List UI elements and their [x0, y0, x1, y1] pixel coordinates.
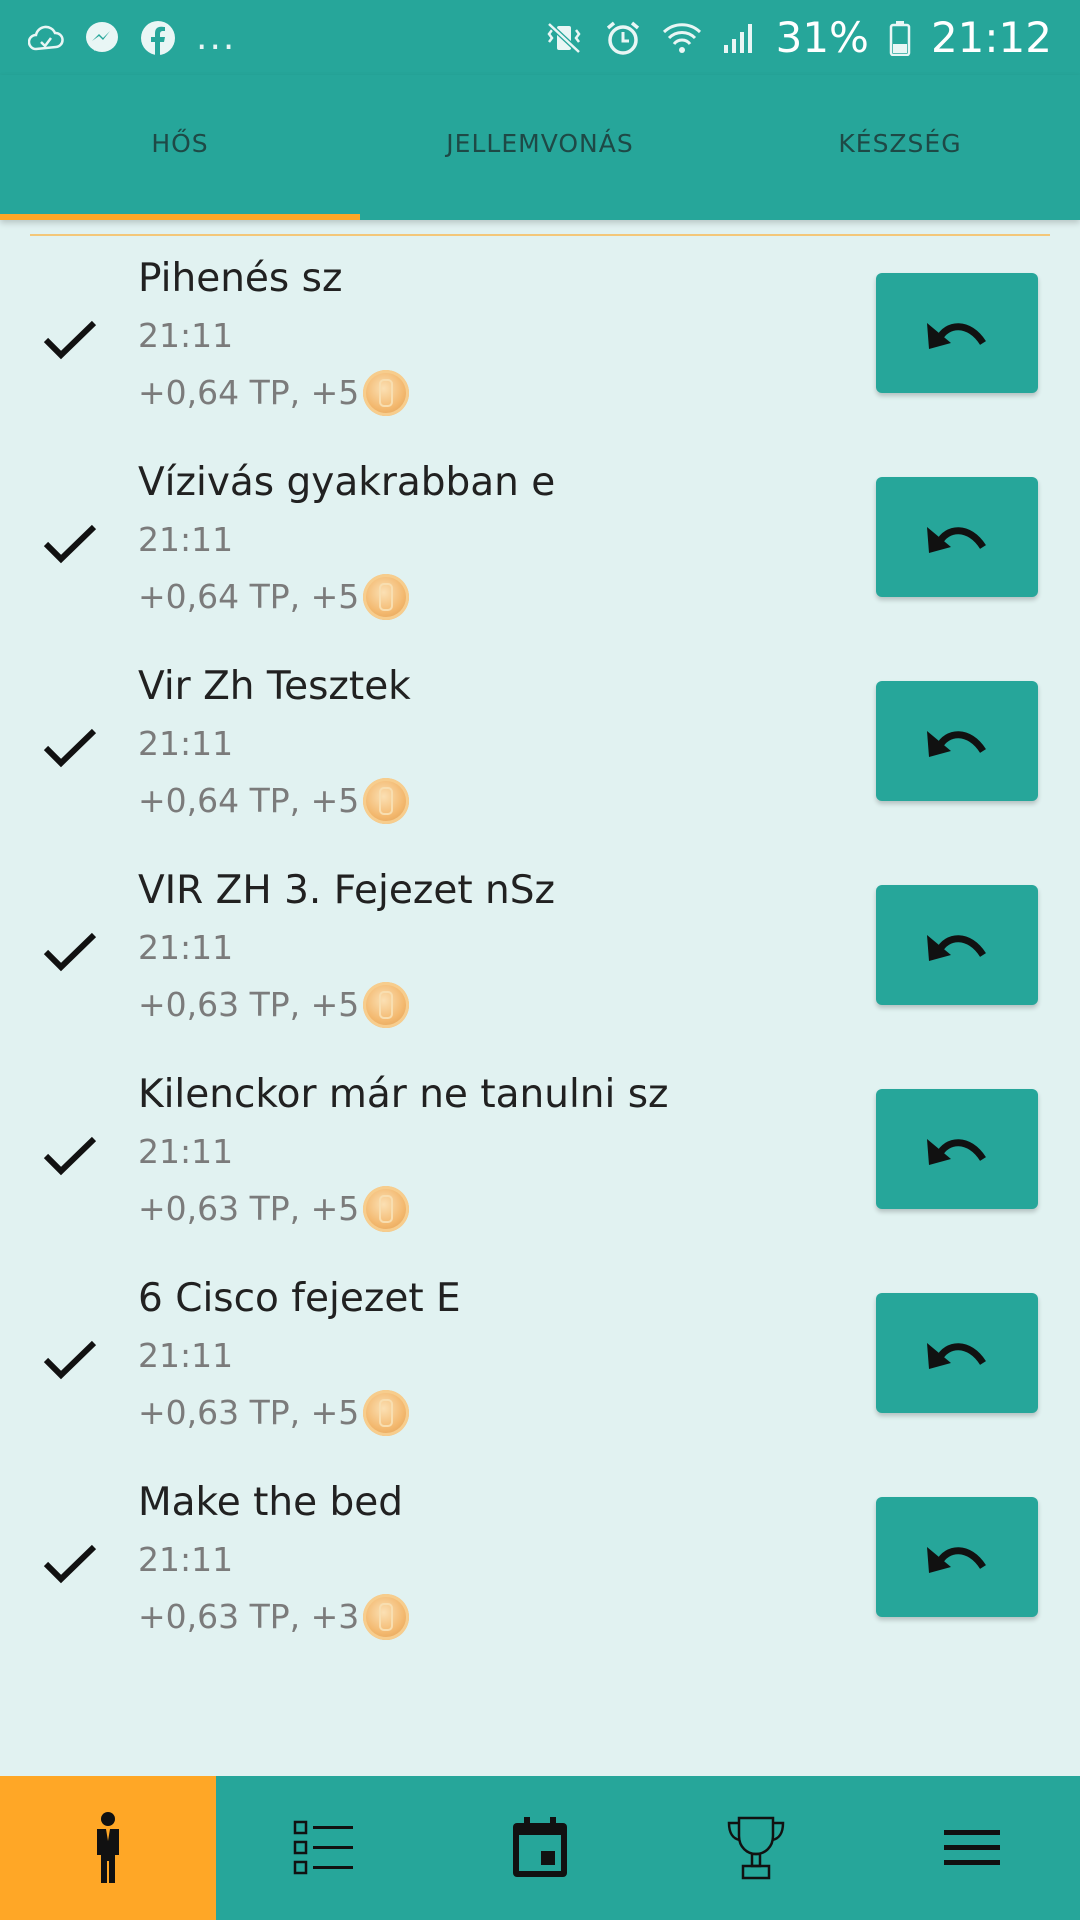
list-item: Pihenés sz 21:11 +0,64 TP, +5	[0, 248, 1080, 452]
task-time: 21:11	[138, 316, 234, 355]
reward-text: +0,64 TP, +5	[138, 373, 360, 412]
list-item: Kilenckor már ne tanulni sz 21:11 +0,63 …	[0, 1064, 1080, 1268]
task-time: 21:11	[138, 1336, 234, 1375]
task-reward: +0,64 TP, +5	[138, 368, 410, 418]
nav-hero[interactable]	[0, 1776, 216, 1920]
task-title: Vir Zh Tesztek	[138, 664, 411, 709]
menu-icon	[944, 1830, 1000, 1865]
list-item: Make the bed 21:11 +0,63 TP, +3	[0, 1472, 1080, 1676]
tab-label: KÉSZSÉG	[838, 129, 962, 158]
undo-icon	[927, 1547, 986, 1573]
check-icon	[40, 310, 100, 370]
task-time: 21:11	[138, 928, 234, 967]
undo-button[interactable]	[876, 1497, 1038, 1617]
coin-icon	[363, 1594, 410, 1640]
task-reward: +0,63 TP, +5	[138, 1184, 669, 1234]
check-icon	[40, 1330, 100, 1390]
task-reward: +0,64 TP, +5	[138, 572, 555, 622]
tab-label: HŐS	[151, 129, 209, 158]
task-time: 21:11	[138, 520, 234, 559]
undo-icon	[927, 731, 986, 757]
status-bar: ... 31% 21:12	[0, 0, 1080, 75]
list-item: Vir Zh Tesztek 21:11 +0,64 TP, +5	[0, 656, 1080, 860]
undo-icon	[927, 1139, 986, 1165]
more-notifications: ...	[196, 17, 237, 58]
checklist-icon	[293, 1820, 353, 1875]
undo-button[interactable]	[876, 885, 1038, 1005]
battery-percentage: 31%	[775, 13, 869, 62]
list-item: VIR ZH 3. Fejezet nSz 21:11 +0,63 TP, +5	[0, 860, 1080, 1064]
task-reward: +0,63 TP, +5	[138, 1388, 461, 1438]
coin-icon	[363, 778, 410, 824]
reward-text: +0,63 TP, +3	[138, 1597, 360, 1636]
reward-text: +0,63 TP, +5	[138, 1393, 360, 1432]
check-icon	[40, 718, 100, 778]
wifi-icon	[662, 21, 702, 55]
section-divider	[30, 234, 1050, 236]
signal-icon	[722, 21, 756, 55]
check-icon	[40, 922, 100, 982]
reward-text: +0,63 TP, +5	[138, 985, 360, 1024]
undo-button[interactable]	[876, 1089, 1038, 1209]
task-title: Make the bed	[138, 1480, 404, 1525]
undo-button[interactable]	[876, 477, 1038, 597]
battery-icon	[889, 20, 911, 56]
task-title: Pihenés sz	[138, 256, 343, 301]
cloud-sync-icon	[28, 23, 64, 53]
reward-text: +0,63 TP, +5	[138, 1189, 360, 1228]
undo-button[interactable]	[876, 1293, 1038, 1413]
check-icon	[40, 1534, 100, 1594]
tab-trait[interactable]: JELLEMVONÁS	[360, 75, 720, 220]
coin-icon	[363, 1390, 410, 1436]
clock: 21:12	[930, 13, 1052, 62]
undo-icon	[927, 323, 986, 349]
list-item: 6 Cisco fejezet E 21:11 +0,63 TP, +5	[0, 1268, 1080, 1472]
task-time: 21:11	[138, 1540, 234, 1579]
list-item: Vízivás gyakrabban e 21:11 +0,64 TP, +5	[0, 452, 1080, 656]
task-reward: +0,63 TP, +5	[138, 980, 555, 1030]
coin-icon	[363, 370, 410, 416]
undo-icon	[927, 527, 986, 553]
undo-button[interactable]	[876, 273, 1038, 393]
facebook-icon	[140, 20, 176, 56]
coin-icon	[363, 982, 410, 1028]
task-title: 6 Cisco fejezet E	[138, 1276, 461, 1321]
tab-hero[interactable]: HŐS	[0, 75, 360, 220]
tab-label: JELLEMVONÁS	[446, 129, 634, 158]
check-icon	[40, 1126, 100, 1186]
tab-skill[interactable]: KÉSZSÉG	[720, 75, 1080, 220]
tab-bar: HŐS JELLEMVONÁS KÉSZSÉG	[0, 75, 1080, 220]
nav-menu[interactable]	[864, 1776, 1080, 1920]
trophy-icon	[727, 1816, 785, 1880]
task-reward: +0,63 TP, +3	[138, 1592, 410, 1642]
bottom-navigation	[0, 1776, 1080, 1920]
calendar-icon	[513, 1817, 567, 1877]
coin-icon	[363, 574, 410, 620]
undo-button[interactable]	[876, 681, 1038, 801]
reward-text: +0,64 TP, +5	[138, 781, 360, 820]
task-time: 21:11	[138, 1132, 234, 1171]
coin-icon	[363, 1186, 410, 1232]
task-title: VIR ZH 3. Fejezet nSz	[138, 868, 555, 913]
nav-calendar[interactable]	[432, 1776, 648, 1920]
messenger-icon	[84, 20, 120, 56]
vibrate-mute-icon	[544, 20, 584, 56]
task-reward: +0,64 TP, +5	[138, 776, 411, 826]
nav-rewards[interactable]	[648, 1776, 864, 1920]
completed-task-list: Pihenés sz 21:11 +0,64 TP, +5 Vízivás gy…	[0, 248, 1080, 1676]
reward-text: +0,64 TP, +5	[138, 577, 360, 616]
nav-tasks[interactable]	[216, 1776, 432, 1920]
hero-icon	[97, 1812, 119, 1883]
alarm-icon	[604, 19, 642, 57]
task-title: Vízivás gyakrabban e	[138, 460, 556, 505]
undo-icon	[927, 1343, 986, 1369]
task-time: 21:11	[138, 724, 234, 763]
check-icon	[40, 514, 100, 574]
task-title: Kilenckor már ne tanulni sz	[138, 1072, 669, 1117]
undo-icon	[927, 935, 986, 961]
